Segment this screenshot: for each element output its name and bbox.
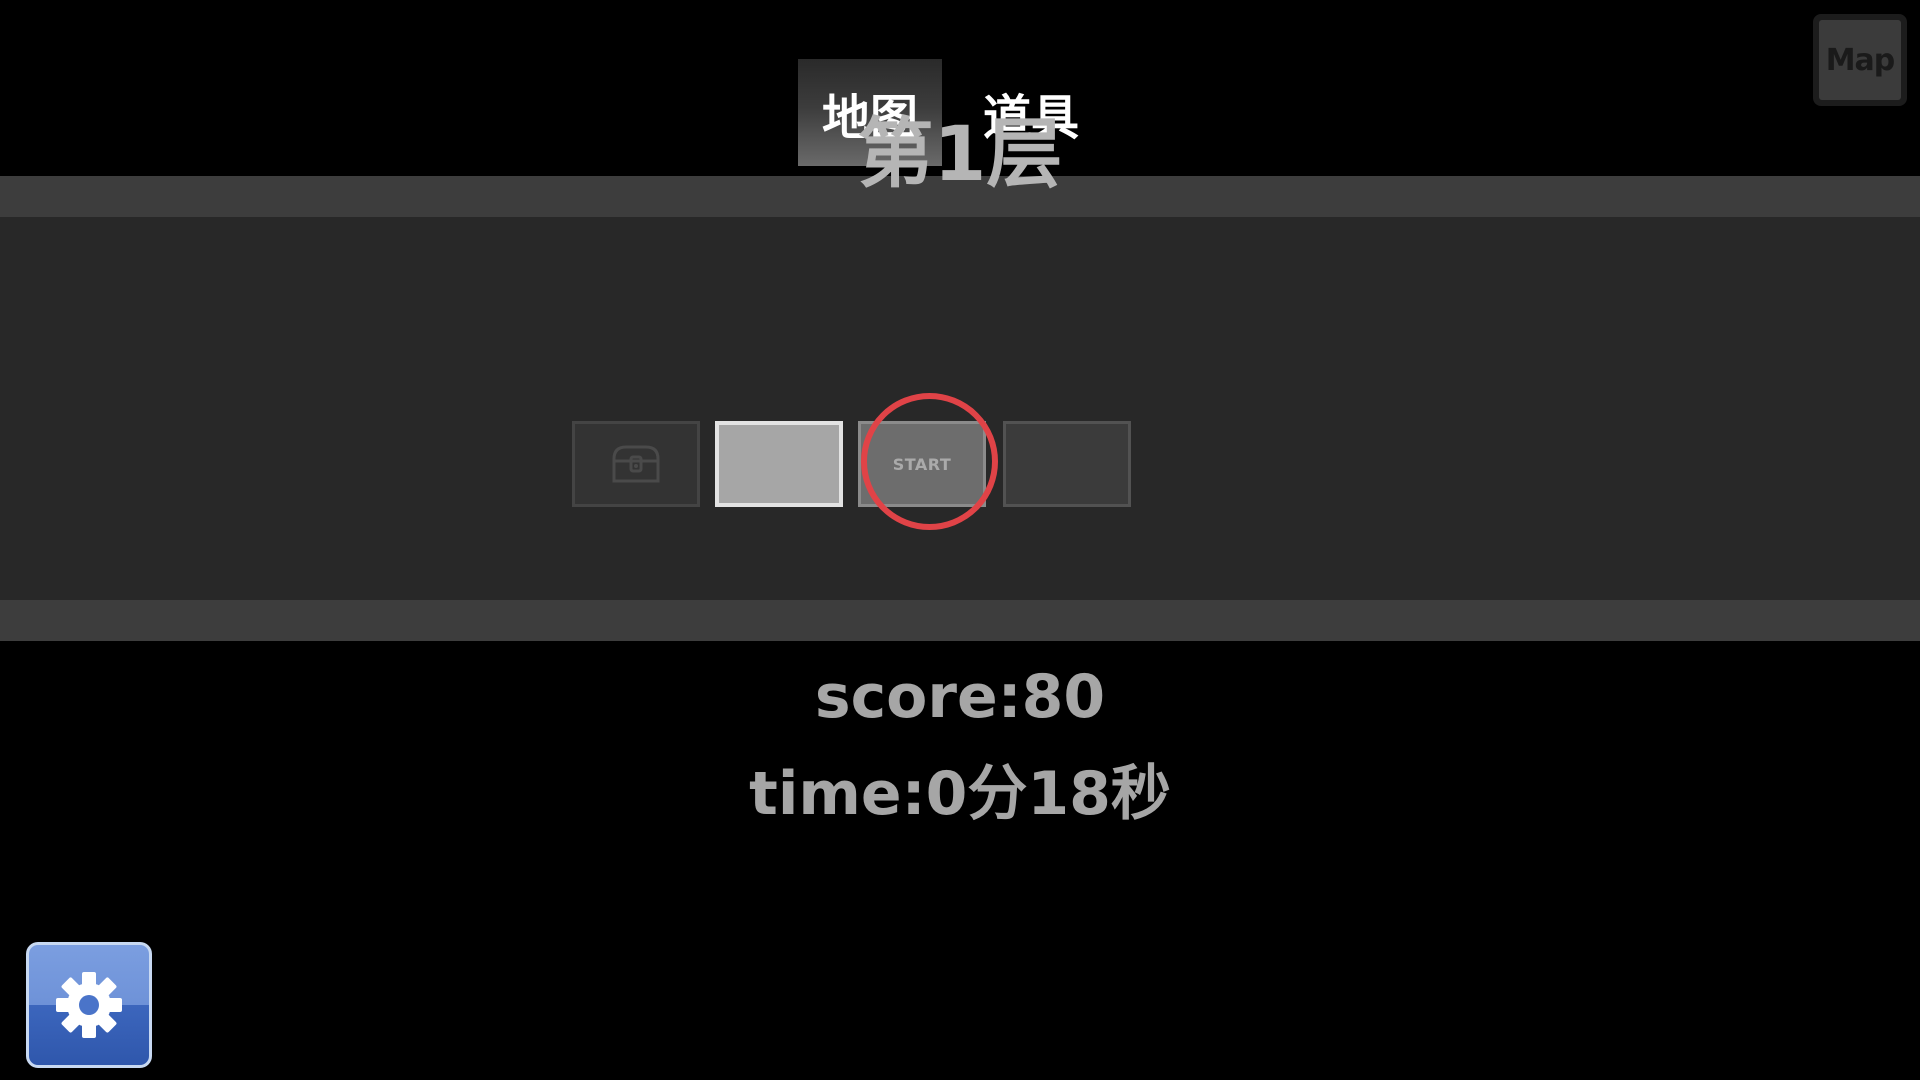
treasure-chest-icon (612, 445, 660, 483)
floor-map-panel (0, 176, 1920, 641)
start-label: START (892, 454, 952, 474)
room-start[interactable]: START (858, 421, 986, 507)
settings-button[interactable] (26, 942, 152, 1068)
gear-icon (56, 972, 122, 1038)
room-unexplored[interactable] (1003, 421, 1131, 507)
room-treasure[interactable] (572, 421, 700, 507)
score-text: score:80 (814, 662, 1106, 732)
time-text: time:0分18秒 (749, 759, 1171, 829)
room-current[interactable] (715, 421, 843, 507)
floor-title: 第1层 (857, 109, 1063, 198)
game-screen: 地图 道具 Map 第1层 START score:80 time:0分18秒 (0, 0, 1920, 1080)
panel-bottom-bar (0, 600, 1920, 641)
map-button-label: Map (1819, 20, 1901, 100)
